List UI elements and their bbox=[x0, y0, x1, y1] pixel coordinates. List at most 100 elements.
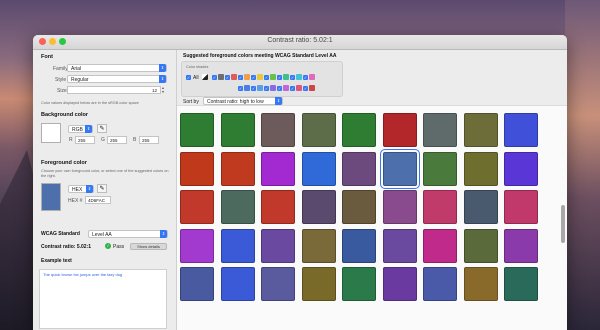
suggested-color-tile[interactable] bbox=[463, 267, 498, 301]
example-text-area[interactable]: The quick brown fox jumps over the lazy … bbox=[39, 269, 167, 329]
suggested-color-tile[interactable] bbox=[301, 228, 336, 263]
grid-scrollbar[interactable] bbox=[561, 110, 565, 270]
suggested-color-tile[interactable] bbox=[261, 151, 295, 186]
suggested-color-tile[interactable] bbox=[180, 228, 214, 263]
foreground-mode-value: HEX bbox=[72, 187, 83, 193]
suggested-color-tile[interactable] bbox=[423, 228, 457, 263]
chevron-updown-icon: ⇕ bbox=[85, 125, 92, 133]
shade-checkbox[interactable]: ✓ bbox=[264, 86, 269, 91]
foreground-mode-select[interactable]: HEX ⇕ bbox=[68, 185, 94, 193]
example-text: The quick brown fox jumps over the lazy … bbox=[43, 272, 123, 277]
background-mode-select[interactable]: RGB ⇕ bbox=[68, 125, 93, 133]
shade-checkbox[interactable]: ✓ bbox=[290, 86, 295, 91]
shade-checkbox[interactable]: ✓ bbox=[303, 75, 308, 80]
suggested-color-tile[interactable] bbox=[463, 190, 498, 224]
style-label: Style bbox=[55, 77, 67, 83]
suggested-color-tile[interactable] bbox=[261, 190, 295, 224]
suggested-color-tile[interactable] bbox=[504, 267, 538, 301]
shade-checkbox[interactable]: ✓ bbox=[303, 86, 308, 91]
shade-checkbox[interactable]: ✓ bbox=[225, 75, 230, 80]
suggested-color-tile[interactable] bbox=[261, 113, 295, 147]
suggested-color-tile[interactable] bbox=[220, 113, 255, 147]
green-label: G bbox=[101, 137, 105, 143]
shade-swatch bbox=[244, 74, 250, 80]
suggested-color-tile[interactable] bbox=[180, 113, 214, 147]
suggested-color-tile[interactable] bbox=[180, 151, 214, 186]
wcag-select[interactable]: Level AA ⇕ bbox=[88, 230, 168, 238]
all-checkbox[interactable]: ✓ bbox=[186, 75, 191, 80]
suggested-color-tile[interactable] bbox=[423, 151, 457, 186]
suggested-color-tile[interactable] bbox=[504, 113, 538, 147]
chevron-updown-icon: ⇕ bbox=[86, 185, 93, 193]
color-shades-label: Color shades bbox=[186, 65, 209, 69]
suggested-color-tile[interactable] bbox=[504, 151, 538, 186]
suggested-color-tile[interactable] bbox=[382, 113, 417, 147]
foreground-description: Choose your own foreground color, or sel… bbox=[41, 169, 169, 178]
red-input[interactable]: 255 bbox=[75, 136, 95, 144]
suggested-colors-grid bbox=[177, 105, 567, 330]
suggested-color-tile[interactable] bbox=[180, 190, 214, 224]
shade-swatch bbox=[309, 85, 315, 91]
suggested-color-tile[interactable] bbox=[342, 267, 376, 301]
foreground-swatch[interactable] bbox=[41, 183, 61, 211]
suggested-color-tile[interactable] bbox=[220, 267, 255, 301]
sort-select[interactable]: Contrast ratio: high to low ⇕ bbox=[203, 97, 283, 105]
suggested-color-tile[interactable] bbox=[301, 267, 336, 301]
foreground-eyedropper-button[interactable]: ✎ bbox=[97, 184, 107, 193]
background-eyedropper-button[interactable]: ✎ bbox=[97, 124, 107, 133]
title-bar[interactable]: Contrast ratio: 5.02:1 bbox=[33, 35, 567, 50]
blue-input[interactable]: 255 bbox=[139, 136, 159, 144]
grayscale-swatch[interactable] bbox=[202, 74, 208, 80]
shade-checkbox[interactable]: ✓ bbox=[251, 86, 256, 91]
suggested-color-tile[interactable] bbox=[301, 151, 336, 186]
suggested-color-tile[interactable] bbox=[504, 228, 538, 263]
green-input[interactable]: 255 bbox=[107, 136, 127, 144]
suggested-color-tile[interactable] bbox=[382, 267, 417, 301]
suggested-color-tile[interactable] bbox=[382, 190, 417, 224]
suggested-color-tile[interactable] bbox=[423, 113, 457, 147]
suggested-color-tile[interactable] bbox=[463, 151, 498, 186]
suggested-color-tile[interactable] bbox=[382, 228, 417, 263]
suggested-color-tile[interactable] bbox=[423, 267, 457, 301]
suggested-color-tile[interactable] bbox=[463, 228, 498, 263]
shade-checkbox[interactable]: ✓ bbox=[212, 75, 217, 80]
shade-checkbox[interactable]: ✓ bbox=[238, 75, 243, 80]
suggested-color-tile[interactable] bbox=[180, 267, 214, 301]
all-label: All bbox=[193, 75, 199, 81]
suggested-color-tile[interactable] bbox=[504, 190, 538, 224]
suggested-color-tile[interactable] bbox=[220, 190, 255, 224]
suggested-color-tile[interactable] bbox=[220, 151, 255, 186]
suggested-color-tile[interactable] bbox=[220, 228, 255, 263]
scrollbar-thumb[interactable] bbox=[561, 205, 565, 243]
suggested-color-tile[interactable] bbox=[342, 151, 376, 186]
suggested-color-tile[interactable] bbox=[261, 228, 295, 263]
shade-checkbox[interactable]: ✓ bbox=[264, 75, 269, 80]
show-details-button[interactable]: Show details bbox=[130, 243, 167, 250]
shade-checkbox[interactable]: ✓ bbox=[238, 86, 243, 91]
shade-checkbox[interactable]: ✓ bbox=[277, 75, 282, 80]
suggested-color-tile[interactable] bbox=[379, 148, 420, 189]
suggestions-panel: Suggested foreground colors meeting WCAG… bbox=[177, 50, 567, 330]
suggested-color-tile[interactable] bbox=[261, 267, 295, 301]
shade-swatch bbox=[283, 74, 289, 80]
background-swatch[interactable] bbox=[41, 123, 61, 143]
suggested-color-tile[interactable] bbox=[342, 190, 376, 224]
suggested-color-tile[interactable] bbox=[342, 228, 376, 263]
size-input[interactable]: 12 bbox=[67, 86, 161, 94]
family-value: Arial bbox=[71, 66, 82, 72]
suggested-color-tile[interactable] bbox=[301, 113, 336, 147]
shade-checkbox[interactable]: ✓ bbox=[251, 75, 256, 80]
suggested-color-tile[interactable] bbox=[301, 190, 336, 224]
size-stepper[interactable]: ▴ ▾ bbox=[162, 86, 167, 94]
shade-swatch bbox=[257, 85, 263, 91]
suggested-color-tile[interactable] bbox=[423, 190, 457, 224]
shade-checkbox[interactable]: ✓ bbox=[277, 86, 282, 91]
suggested-color-tile[interactable] bbox=[463, 113, 498, 147]
suggested-color-tile[interactable] bbox=[342, 113, 376, 147]
shade-swatch bbox=[231, 74, 237, 80]
style-select[interactable]: Regular ⇕ bbox=[67, 75, 167, 83]
family-select[interactable]: Arial ⇕ bbox=[67, 64, 167, 72]
shade-checkbox[interactable]: ✓ bbox=[290, 75, 295, 80]
shade-swatch bbox=[244, 85, 250, 91]
hex-input[interactable]: 4D6FAC bbox=[85, 196, 111, 204]
